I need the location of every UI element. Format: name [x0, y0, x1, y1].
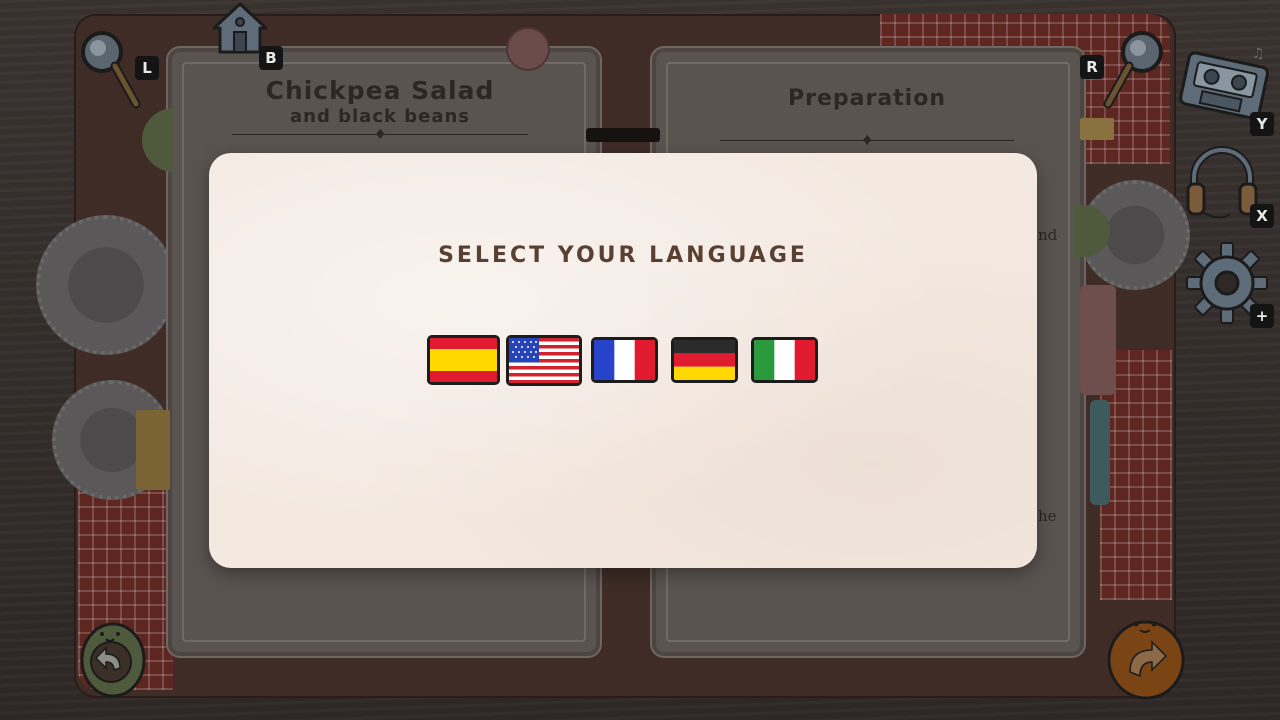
zoom-in-magnifier-icon[interactable] — [1100, 28, 1166, 110]
key-badge-x: X — [1250, 204, 1274, 228]
preparation-title: Preparation — [787, 86, 947, 111]
language-option-spanish[interactable] — [427, 335, 500, 385]
key-badge-plus: + — [1250, 304, 1274, 328]
book-spine-ring — [586, 128, 660, 142]
back-arrow-button[interactable] — [78, 612, 148, 698]
recipe-title-divider: ♦ — [232, 128, 528, 142]
divider-diamond-icon: ♦ — [861, 133, 874, 149]
key-badge-l: L — [135, 56, 159, 80]
divider-diamond-icon: ♦ — [374, 127, 387, 143]
language-flag-list — [427, 334, 818, 386]
italy-flag-icon — [754, 340, 815, 380]
key-badge-y: Y — [1250, 112, 1274, 136]
bookmark-tab-pink — [1080, 285, 1116, 395]
forward-arrow-button[interactable] — [1106, 610, 1186, 700]
key-badge-b: B — [259, 46, 283, 70]
language-option-french[interactable] — [591, 337, 658, 383]
recipe-subtitle: and black beans — [290, 106, 470, 127]
language-option-german[interactable] — [671, 337, 738, 383]
pink-circle-sticker — [506, 27, 550, 71]
key-badge-r: R — [1080, 55, 1104, 79]
dialog-title: SELECT YOUR LANGUAGE — [438, 243, 808, 268]
language-select-dialog: SELECT YOUR LANGUAGE — [209, 153, 1037, 568]
usa-flag-icon — [509, 337, 579, 383]
doily-left — [36, 215, 176, 355]
language-option-english[interactable] — [506, 334, 582, 386]
preparation-title-divider: ♦ — [720, 134, 1014, 148]
language-option-italian[interactable] — [751, 337, 818, 383]
germany-flag-icon — [674, 340, 735, 380]
spain-flag-icon — [430, 338, 497, 382]
recipe-title: Chickpea Salad — [265, 76, 495, 105]
ribbon-left — [136, 410, 170, 490]
france-flag-icon — [594, 340, 655, 380]
preparation-text-fragment: he — [1038, 507, 1057, 525]
preparation-text-fragment: nd — [1038, 226, 1058, 244]
bookmark-tab-gold — [1080, 118, 1114, 140]
bookmark-tab-teal — [1090, 400, 1110, 505]
svg-text:♫: ♫ — [1252, 46, 1265, 62]
